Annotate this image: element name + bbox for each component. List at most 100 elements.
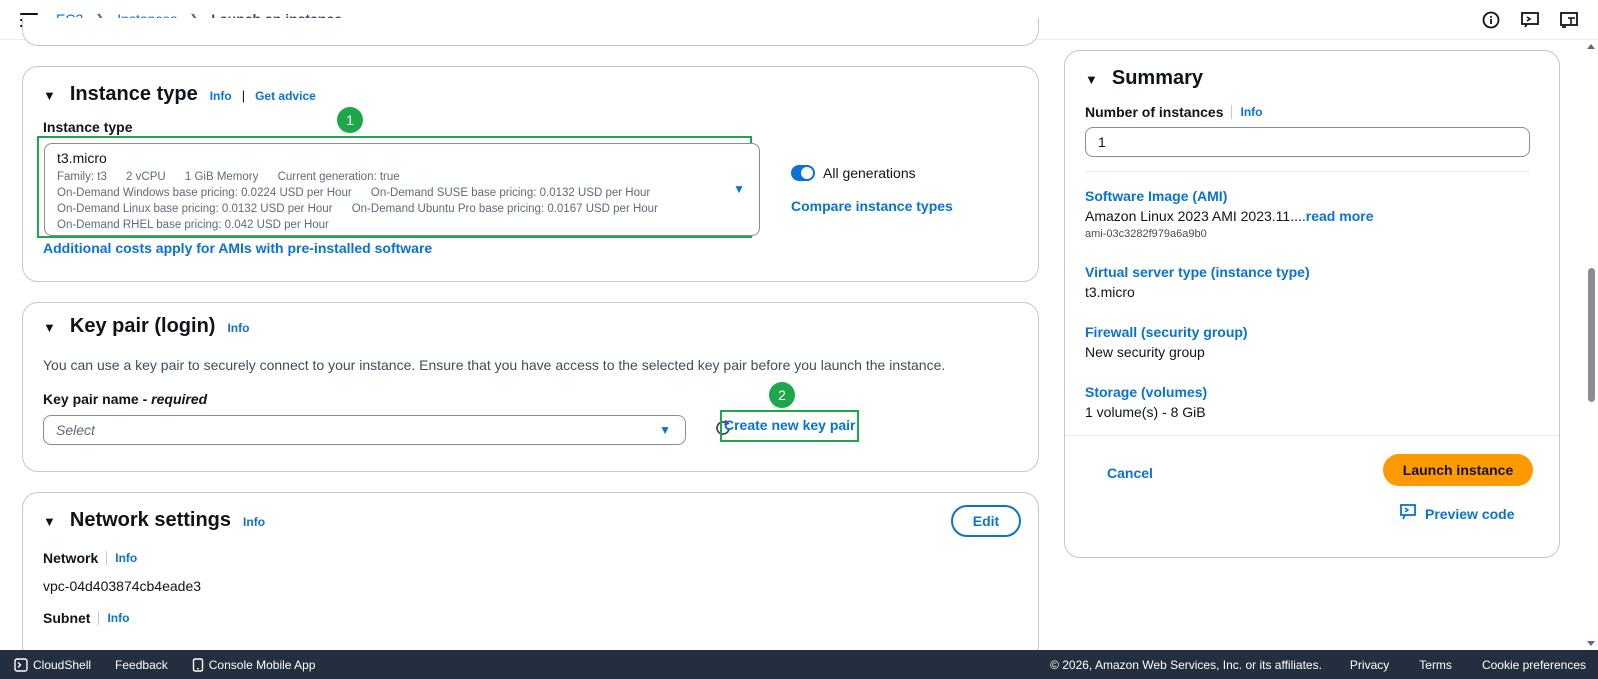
scrollbar-thumb[interactable] xyxy=(1588,268,1595,402)
cookie-preferences-link[interactable]: Cookie preferences xyxy=(1482,658,1586,672)
console-mobile-app-link[interactable]: Console Mobile App xyxy=(192,657,316,672)
copyright-text: © 2026, Amazon Web Services, Inc. or its… xyxy=(1050,657,1322,672)
memory-text: 1 GiB Memory xyxy=(184,171,259,183)
key-pair-panel: ▼ Key pair (login) Info You can use a ke… xyxy=(22,302,1039,472)
previous-section-panel xyxy=(22,18,1039,46)
cloudshell-label: CloudShell xyxy=(33,657,92,672)
key-pair-field-label: Key pair name - required xyxy=(43,391,207,407)
info-circle-icon[interactable] xyxy=(1480,9,1502,31)
caret-down-icon: ▼ xyxy=(733,182,745,196)
launch-instance-button[interactable]: Launch instance xyxy=(1383,454,1533,486)
page-scrollbar[interactable] xyxy=(1584,40,1598,650)
mobile-app-icon xyxy=(192,657,203,672)
terms-link[interactable]: Terms xyxy=(1419,658,1452,672)
section-title: Instance type xyxy=(69,83,198,105)
rhel-pricing: On-Demand RHEL base pricing: 0.042 USD p… xyxy=(57,219,329,231)
virtual-server-type-link[interactable]: Virtual server type (instance type) xyxy=(1085,264,1310,280)
cloudshell-button[interactable]: CloudShell xyxy=(14,658,91,672)
console-mobile-app-label: Console Mobile App xyxy=(208,657,316,672)
num-instances-input[interactable]: 1 xyxy=(1085,127,1530,157)
console-footer: CloudShell Feedback Console Mobile App ©… xyxy=(0,650,1598,679)
num-instances-label: Number of instances Info xyxy=(1085,104,1262,120)
windows-pricing: On-Demand Windows base pricing: 0.0224 U… xyxy=(57,187,352,199)
caret-down-icon[interactable]: ▼ xyxy=(43,514,56,529)
virtual-server-type-value: t3.micro xyxy=(1085,284,1135,300)
info-link[interactable]: Info xyxy=(1240,105,1262,119)
instance-type-field-label: Instance type xyxy=(43,119,133,135)
annotation-badge-2: 2 xyxy=(769,382,795,408)
additional-costs-link[interactable]: Additional costs apply for AMIs with pre… xyxy=(43,240,432,256)
vcpu-text: 2 vCPU xyxy=(126,171,166,183)
pricing-line-1: On-Demand Windows base pricing: 0.0224 U… xyxy=(57,185,747,201)
firewall-value: New security group xyxy=(1085,344,1205,360)
required-text: required xyxy=(151,391,208,407)
read-more-link[interactable]: read more xyxy=(1306,208,1374,224)
caret-down-icon[interactable]: ▼ xyxy=(43,88,56,103)
get-advice-link[interactable]: Get advice xyxy=(255,89,316,103)
divider xyxy=(98,611,100,625)
ami-value: Amazon Linux 2023 AMI 2023.11....read mo… xyxy=(1085,208,1373,224)
instance-type-panel: ▼ Instance type Info | Get advice Instan… xyxy=(22,66,1039,282)
instance-type-select[interactable]: t3.micro Family: t3 2 vCPU 1 GiB Memory … xyxy=(44,143,760,236)
all-generations-toggle[interactable] xyxy=(791,165,815,181)
ami-link[interactable]: Software Image (AMI) xyxy=(1085,188,1227,204)
info-link[interactable]: Info xyxy=(227,321,249,335)
cloudshell-icon xyxy=(14,657,28,672)
caret-down-icon: ▼ xyxy=(659,423,671,437)
create-new-key-pair-link[interactable]: Create new key pair xyxy=(724,417,856,433)
key-pair-placeholder: Select xyxy=(56,422,95,438)
divider xyxy=(1085,171,1530,172)
caret-down-icon[interactable]: ▼ xyxy=(43,320,56,335)
info-link[interactable]: Info xyxy=(243,515,265,529)
section-title: Network settings xyxy=(69,509,232,531)
instance-type-specs: Family: t3 2 vCPU 1 GiB Memory Current g… xyxy=(57,169,747,185)
divider xyxy=(1065,435,1559,436)
preview-code-button[interactable]: Preview code xyxy=(1399,503,1515,524)
scroll-up-arrow-icon[interactable] xyxy=(1587,44,1595,49)
divider: | xyxy=(241,88,246,103)
key-pair-select[interactable]: Select ▼ xyxy=(43,415,686,445)
caret-down-icon[interactable]: ▼ xyxy=(1085,72,1098,87)
edit-button[interactable]: Edit xyxy=(951,505,1021,537)
section-title: Key pair (login) xyxy=(69,315,216,337)
scroll-down-arrow-icon[interactable] xyxy=(1587,641,1595,646)
feedback-link[interactable]: Feedback xyxy=(115,658,168,672)
ami-name: Amazon Linux 2023 AMI 2023.11.... xyxy=(1085,208,1306,224)
top-icons xyxy=(1480,9,1580,31)
info-link[interactable]: Info xyxy=(115,551,137,565)
key-pair-header: ▼ Key pair (login) Info xyxy=(43,315,249,338)
network-value: vpc-04d403874cb4eade3 xyxy=(43,578,202,594)
info-link[interactable]: Info xyxy=(107,611,129,625)
info-link[interactable]: Info xyxy=(210,89,232,103)
storage-value: 1 volume(s) - 8 GiB xyxy=(1085,404,1206,420)
privacy-link[interactable]: Privacy xyxy=(1350,658,1389,672)
instance-type-name: t3.micro xyxy=(57,150,107,166)
subnet-label: Subnet Info xyxy=(43,610,129,626)
pricing-line-2: On-Demand Linux base pricing: 0.0132 USD… xyxy=(57,201,747,217)
linux-pricing: On-Demand Linux base pricing: 0.0132 USD… xyxy=(57,203,333,215)
divider xyxy=(1231,105,1233,119)
pricing-line-3: On-Demand RHEL base pricing: 0.042 USD p… xyxy=(57,217,747,233)
storage-link[interactable]: Storage (volumes) xyxy=(1085,384,1207,400)
subnet-label-text: Subnet xyxy=(43,610,91,626)
feedback-icon[interactable] xyxy=(1519,9,1541,31)
network-header: ▼ Network settings Info xyxy=(43,509,265,532)
network-label: Network Info xyxy=(43,550,137,566)
compare-instance-types-link[interactable]: Compare instance types xyxy=(791,198,953,214)
preview-code-label: Preview code xyxy=(1425,505,1515,522)
suse-pricing: On-Demand SUSE base pricing: 0.0132 USD … xyxy=(370,187,651,199)
divider xyxy=(106,551,108,565)
split-panel-icon[interactable] xyxy=(1558,9,1580,31)
ami-id: ami-03c3282f979a6a9b0 xyxy=(1085,228,1207,240)
network-label-text: Network xyxy=(43,550,99,566)
network-settings-panel: ▼ Network settings Info Edit Network Inf… xyxy=(22,492,1039,662)
preview-code-icon xyxy=(1399,503,1417,524)
family-text: Family: t3 xyxy=(57,171,107,183)
key-pair-description: You can use a key pair to securely conne… xyxy=(43,357,946,373)
instance-type-header: ▼ Instance type Info | Get advice xyxy=(43,83,316,106)
footer-left: CloudShell Feedback Console Mobile App xyxy=(14,658,315,672)
firewall-link[interactable]: Firewall (security group) xyxy=(1085,324,1248,340)
all-generations-label: All generations xyxy=(823,165,916,181)
summary-panel: ▼ Summary Number of instances Info 1 Sof… xyxy=(1064,50,1560,558)
cancel-button[interactable]: Cancel xyxy=(1107,465,1153,481)
